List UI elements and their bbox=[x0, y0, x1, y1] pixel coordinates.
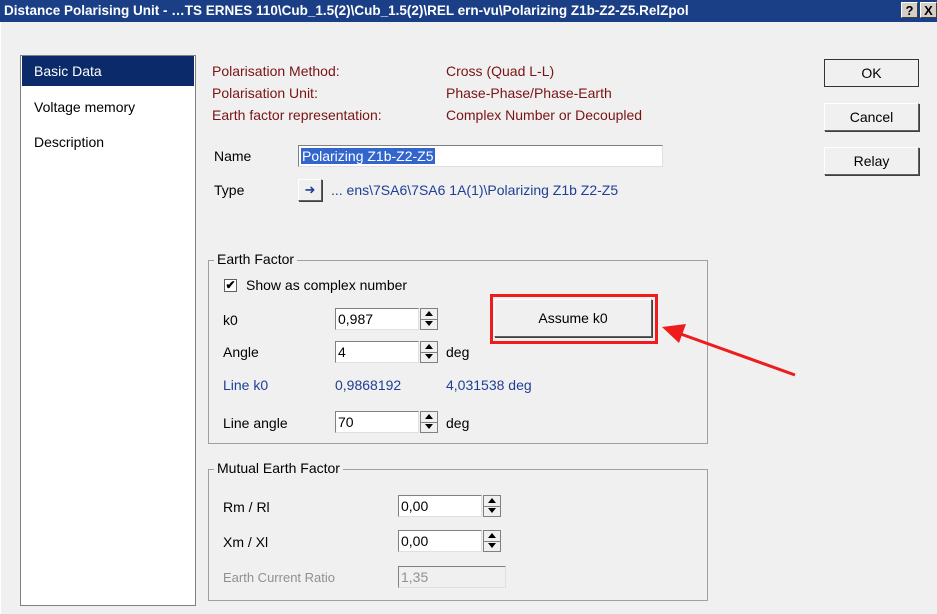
annotation-arrow-head bbox=[662, 324, 686, 343]
annotation-arrow-icon bbox=[662, 324, 796, 377]
annotation-arrow-shaft bbox=[677, 331, 796, 377]
